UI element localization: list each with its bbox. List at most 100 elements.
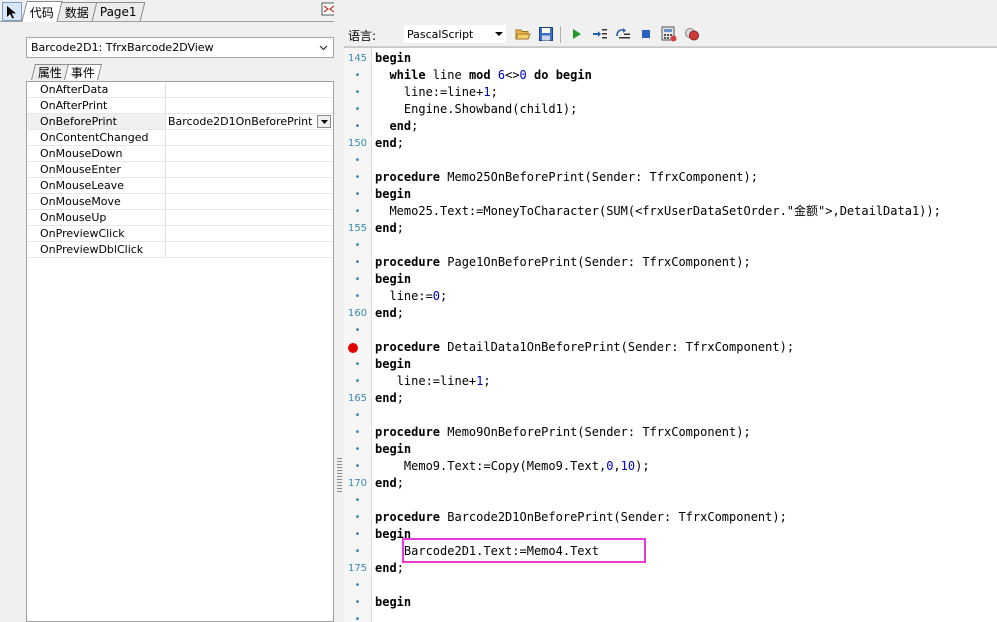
code-line[interactable]: procedure Page1OnBeforePrint(Sender: Tfr… <box>375 254 997 271</box>
caret-down-icon <box>320 119 328 124</box>
line-dot: • <box>354 461 361 472</box>
line-dot: • <box>354 512 361 523</box>
step-over-button[interactable] <box>614 25 632 43</box>
line-number: 170 <box>347 478 368 489</box>
code-line[interactable]: line:=0; <box>375 288 997 305</box>
line-dot: • <box>354 291 361 302</box>
highlight-box <box>402 538 646 563</box>
step-into-button[interactable] <box>591 25 609 43</box>
line-number: 165 <box>347 393 368 404</box>
line-number: 145 <box>347 53 368 64</box>
tab-events[interactable]: 事件 <box>64 64 103 80</box>
line-dot: • <box>354 580 361 591</box>
language-select[interactable]: PascalScript <box>404 25 506 43</box>
editor-gutter[interactable]: 145 • • • • 150 • • • • 155 • • • • 160 • • • 165 • • • • 170 • • •… <box>344 48 372 622</box>
line-dot: • <box>354 206 361 217</box>
event-row[interactable]: OnAfterData <box>27 82 333 98</box>
code-line[interactable] <box>375 407 997 424</box>
event-row[interactable]: OnAfterPrint <box>27 98 333 114</box>
code-line[interactable]: procedure Memo25OnBeforePrint(Sender: Tf… <box>375 169 997 186</box>
tab-page1[interactable]: Page1 <box>91 2 146 21</box>
stop-button[interactable] <box>637 25 655 43</box>
event-row[interactable]: OnContentChanged <box>27 130 333 146</box>
breakpoint-marker[interactable] <box>348 343 358 353</box>
save-button[interactable] <box>537 25 555 43</box>
event-row[interactable]: OnMouseEnter <box>27 162 333 178</box>
line-dot: • <box>354 614 361 622</box>
line-dot: • <box>354 410 361 421</box>
object-selector[interactable]: Barcode2D1: TfrxBarcode2DView <box>26 37 334 58</box>
play-icon <box>573 29 581 39</box>
line-dot: • <box>354 597 361 608</box>
code-line[interactable]: end; <box>375 220 997 237</box>
event-row[interactable]: OnMouseUp <box>27 210 333 226</box>
event-row[interactable]: OnMouseMove <box>27 194 333 210</box>
line-dot: • <box>354 444 361 455</box>
line-number: 155 <box>347 223 368 234</box>
code-editor[interactable]: 145 • • • • 150 • • • • 155 • • • • 160 • • • 165 • • • • 170 • • •… <box>344 47 997 622</box>
line-dot: • <box>354 376 361 387</box>
event-value-field[interactable]: Barcode2D1OnBeforePrint <box>166 114 333 129</box>
code-line[interactable]: end; <box>375 118 997 135</box>
page-tabs: 代码 数据 Page1 <box>21 1 146 22</box>
code-line[interactable]: begin <box>375 50 997 67</box>
code-line[interactable]: begin <box>375 186 997 203</box>
folder-open-icon <box>515 29 531 40</box>
toolbar-separator <box>560 26 561 43</box>
breakpoints-icon <box>685 28 699 41</box>
event-row[interactable]: OnMouseDown <box>27 146 333 162</box>
events-grid: OnAfterData OnAfterPrint OnBeforePrint B… <box>26 81 334 622</box>
code-line[interactable]: procedure Barcode2D1OnBeforePrint(Sender… <box>375 509 997 526</box>
code-line[interactable]: end; <box>375 305 997 322</box>
event-row[interactable]: OnMouseLeave <box>27 178 333 194</box>
code-text[interactable]: begin while line mod 6<>0 do begin line:… <box>375 50 997 620</box>
code-line[interactable]: begin <box>375 356 997 373</box>
line-number: 175 <box>347 563 368 574</box>
code-line[interactable]: end; <box>375 390 997 407</box>
event-row-selected[interactable]: OnBeforePrint Barcode2D1OnBeforePrint <box>27 114 333 130</box>
calculator-icon <box>661 26 677 42</box>
code-line[interactable]: procedure Memo9OnBeforePrint(Sender: Tfr… <box>375 424 997 441</box>
inspector-tabs: 属性 事件 <box>31 64 103 81</box>
splitter-grip[interactable] <box>337 458 342 492</box>
run-button[interactable] <box>568 25 586 43</box>
code-line[interactable]: Memo9.Text:=Copy(Memo9.Text,0,10); <box>375 458 997 475</box>
code-line[interactable]: while line mod 6<>0 do begin <box>375 67 997 84</box>
code-line[interactable]: line:=line+1; <box>375 373 997 390</box>
line-dot: • <box>354 529 361 540</box>
panel-splitter[interactable] <box>334 0 344 622</box>
code-line[interactable]: Engine.Showband(child1); <box>375 101 997 118</box>
code-line[interactable]: begin <box>375 441 997 458</box>
event-row[interactable]: OnPreviewClick <box>27 226 333 242</box>
code-line[interactable]: procedure DetailData1OnBeforePrint(Sende… <box>375 339 997 356</box>
line-dot: • <box>354 495 361 506</box>
step-over-icon <box>616 28 630 39</box>
code-line[interactable]: Memo25.Text:=MoneyToCharacter(SUM(<frxUs… <box>375 203 997 220</box>
code-line[interactable]: end; <box>375 135 997 152</box>
code-toolbar: 语言: PascalScript <box>344 22 997 47</box>
dropdown-button[interactable] <box>317 115 331 128</box>
code-line[interactable]: line:=line+1; <box>375 84 997 101</box>
floppy-disk-icon <box>539 27 553 41</box>
code-line[interactable]: end; <box>375 475 997 492</box>
code-line[interactable] <box>375 237 997 254</box>
breakpoint-button[interactable] <box>683 25 701 43</box>
code-line[interactable]: begin <box>375 271 997 288</box>
code-line[interactable] <box>375 152 997 169</box>
tab-properties[interactable]: 属性 <box>31 64 70 80</box>
code-line[interactable]: begin <box>375 594 997 611</box>
code-line[interactable] <box>375 577 997 594</box>
line-dot: • <box>354 359 361 370</box>
line-dot: • <box>354 274 361 285</box>
select-tool-button[interactable] <box>2 2 22 21</box>
report-designer: 代码 数据 Page1 Barcode2D1: TfrxBarcode2DVie… <box>0 0 997 622</box>
code-line[interactable] <box>375 492 997 509</box>
code-line[interactable] <box>375 322 997 339</box>
stop-icon <box>642 30 650 38</box>
line-dot: • <box>354 121 361 132</box>
language-label: 语言: <box>348 29 377 43</box>
event-row[interactable]: OnPreviewDblClick <box>27 242 333 258</box>
evaluate-button[interactable] <box>660 25 678 43</box>
open-folder-button[interactable] <box>514 25 532 43</box>
chevron-down-icon[interactable] <box>316 40 330 55</box>
